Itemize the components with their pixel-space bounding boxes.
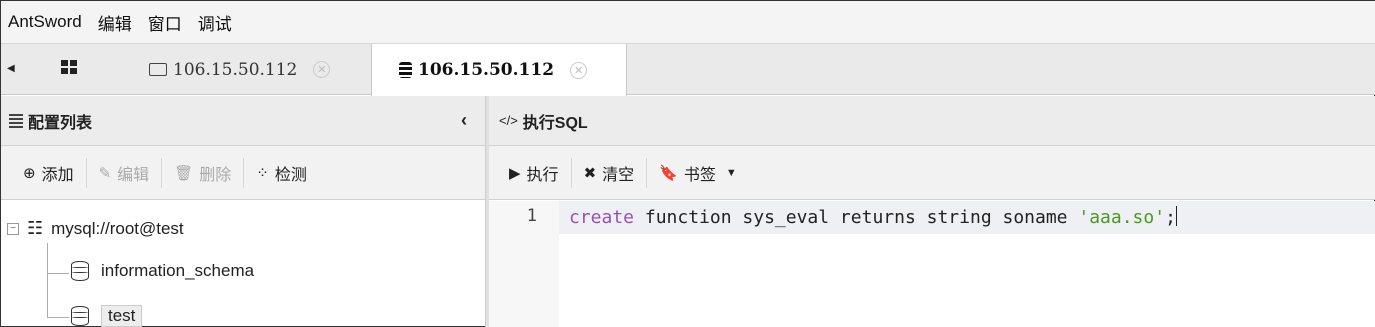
tree-root-node[interactable]: − ☷ mysql://root@test — [7, 218, 184, 239]
database-tree: − ☷ mysql://root@test information_schema… — [1, 201, 485, 327]
grid-icon[interactable] — [61, 60, 77, 74]
chevron-down-icon: ▼ — [725, 166, 737, 179]
database-icon — [71, 306, 89, 326]
tab-bar: ◀ 106.15.50.112 ✕ 106.15.50.112 ✕ — [1, 44, 1375, 96]
edit-label: 编辑 — [117, 166, 150, 184]
close-icon[interactable]: ✕ — [313, 61, 331, 78]
spinner-icon: ⁘ — [256, 164, 269, 182]
close-icon: ✖ — [583, 164, 597, 182]
tree-root-label: mysql://root@test — [51, 218, 184, 238]
execute-button[interactable]: ▶ 执行 — [497, 158, 571, 188]
execute-label: 执行 — [526, 166, 559, 184]
edit-button[interactable]: ✎ 编辑 — [87, 158, 162, 188]
code-icon: </> — [499, 113, 518, 128]
editor-gutter: 1 — [489, 201, 559, 327]
list-icon — [9, 113, 23, 128]
tab-label: 106.15.50.112 — [418, 60, 555, 80]
tree-node-test[interactable]: test — [71, 305, 143, 327]
menu-item-window[interactable]: 窗口 — [148, 10, 182, 35]
tree-node-label: information_schema — [101, 261, 255, 280]
tree-node-label: test — [101, 305, 143, 327]
sql-text: function sys_eval returns string soname — [634, 207, 1079, 228]
sql-text-end: ; — [1165, 207, 1176, 228]
close-icon[interactable]: ✕ — [570, 61, 588, 79]
plus-circle-icon: ⊕ — [23, 164, 36, 182]
edit-icon: ✎ — [98, 164, 112, 182]
menu-bar: AntSword 编辑 窗口 调试 — [1, 1, 1375, 44]
panel-title: 配置列表 — [28, 114, 93, 132]
sql-string: 'aaa.so' — [1078, 207, 1166, 228]
check-button[interactable]: ⁘ 检测 — [244, 158, 319, 188]
menu-item-antsword[interactable]: AntSword — [8, 12, 82, 32]
delete-button[interactable]: 🗑 删除 — [162, 158, 243, 188]
bookmarks-label: 书签 — [683, 166, 716, 184]
sql-panel-header: </> 执行SQL — [489, 96, 1375, 146]
scroll-left-icon[interactable]: ◀ — [7, 63, 15, 74]
bookmarks-button[interactable]: 🔖 书签 ▼ — [647, 158, 749, 188]
collapse-node-icon[interactable]: − — [7, 222, 19, 235]
tab-label: 106.15.50.112 — [173, 59, 298, 80]
folder-icon — [149, 63, 167, 76]
menu-item-edit[interactable]: 编辑 — [98, 10, 132, 35]
bookmark-icon: 🔖 — [659, 164, 678, 182]
tree-node-information-schema[interactable]: information_schema — [71, 261, 254, 281]
tree-line — [47, 273, 69, 274]
line-number: 1 — [526, 206, 537, 226]
panel-title: 执行SQL — [522, 114, 588, 132]
config-list-header: 配置列表 ‹ — [1, 96, 485, 146]
menu-item-debug[interactable]: 调试 — [198, 10, 232, 35]
add-label: 添加 — [41, 166, 74, 184]
code-line[interactable]: create function sys_eval returns string … — [569, 206, 1177, 228]
tab-file-manager[interactable]: 106.15.50.112 ✕ — [149, 44, 331, 95]
sql-keyword: create — [569, 207, 635, 228]
sql-toolbar: ▶ 执行 ✖ 清空 🔖 书签 ▼ — [489, 146, 1375, 200]
sql-editor[interactable]: 1 create function sys_eval returns strin… — [489, 201, 1375, 327]
play-icon: ▶ — [509, 164, 521, 182]
database-icon — [399, 62, 412, 78]
trash-icon: 🗑 — [174, 164, 194, 182]
sitemap-icon: ☷ — [27, 218, 44, 238]
clear-label: 清空 — [602, 166, 635, 184]
collapse-icon[interactable]: ‹ — [461, 110, 467, 131]
delete-label: 删除 — [199, 166, 232, 184]
text-cursor — [1175, 206, 1177, 226]
database-icon — [71, 261, 89, 281]
config-toolbar: ⊕ 添加 ✎ 编辑 🗑 删除 ⁘ 检测 — [1, 146, 485, 200]
tree-line — [47, 243, 48, 318]
check-label: 检测 — [274, 166, 307, 184]
add-button[interactable]: ⊕ 添加 — [11, 158, 86, 188]
clear-button[interactable]: ✖ 清空 — [572, 158, 647, 188]
tab-database[interactable]: 106.15.50.112 ✕ — [371, 44, 627, 96]
tree-line — [47, 317, 69, 318]
